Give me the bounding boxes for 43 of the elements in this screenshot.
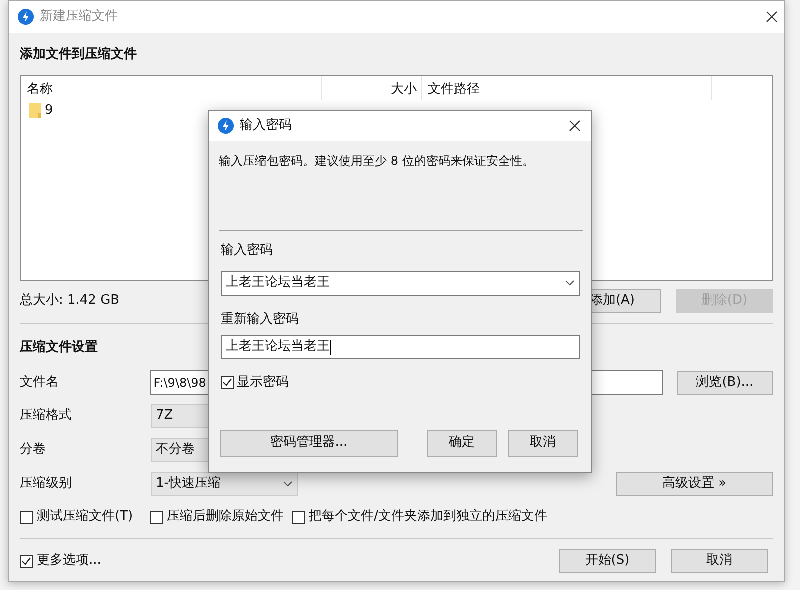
checkbox[interactable] (221, 376, 234, 390)
checkbox[interactable] (292, 510, 305, 524)
column-header[interactable]: 名称 (21, 76, 322, 100)
folder-icon (29, 103, 41, 118)
column-header[interactable]: 大小 (322, 76, 422, 100)
section-heading: 添加文件到压缩文件 (20, 46, 137, 64)
field-label: 文件名 (20, 374, 60, 392)
checkbox[interactable] (20, 510, 33, 524)
field-label: 压缩格式 (20, 407, 73, 426)
button[interactable]: 高级设置 » (616, 472, 773, 496)
column-header[interactable]: 文件路径 (422, 76, 712, 100)
chevron-down-icon (565, 280, 575, 286)
field-label: 重新输入密码 (221, 310, 300, 328)
field-label: 压缩级别 (20, 475, 73, 494)
button[interactable]: 取消 (671, 549, 768, 573)
checkbox-label: 测试压缩文件(T) (37, 508, 134, 526)
checkbox-label: 显示密码 (237, 374, 289, 392)
dialog-description: 输入压缩包密码。建议使用至少 8 位的密码来保证安全性。 (219, 153, 536, 170)
level-select[interactable]: 1-快速压缩 (151, 472, 298, 496)
button[interactable]: 确定 (427, 430, 497, 456)
checkbox-label: 把每个文件/文件夹添加到独立的压缩文件 (309, 508, 548, 526)
button[interactable]: 取消 (508, 430, 578, 456)
confirm-password-field[interactable]: 上老王论坛当老王 (221, 335, 580, 359)
chevron-down-icon (283, 481, 293, 487)
app-logo-icon (218, 118, 234, 134)
button[interactable]: 密码管理器... (220, 430, 398, 456)
dialog-title: 输入密码 (240, 117, 293, 136)
button[interactable]: 开始(S) (559, 549, 656, 573)
close-icon[interactable] (569, 120, 581, 132)
button[interactable]: 浏览(B)... (676, 370, 773, 394)
window-title: 新建压缩文件 (40, 8, 119, 26)
close-icon[interactable] (766, 11, 778, 23)
section-heading: 压缩文件设置 (20, 338, 98, 356)
checkbox[interactable] (150, 510, 163, 524)
file-name: 9 (45, 102, 54, 120)
field-label: 输入密码 (221, 242, 274, 260)
field-label: 分卷 (20, 441, 47, 460)
total-size: 总大小: 1.42 GB (20, 292, 121, 310)
checkbox-label: 更多选项... (37, 552, 102, 570)
password-field[interactable]: 上老王论坛当老王 (221, 270, 580, 296)
checkbox-label: 压缩后删除原始文件 (167, 508, 284, 526)
app-logo-icon (18, 9, 34, 25)
checkbox[interactable] (20, 554, 33, 568)
